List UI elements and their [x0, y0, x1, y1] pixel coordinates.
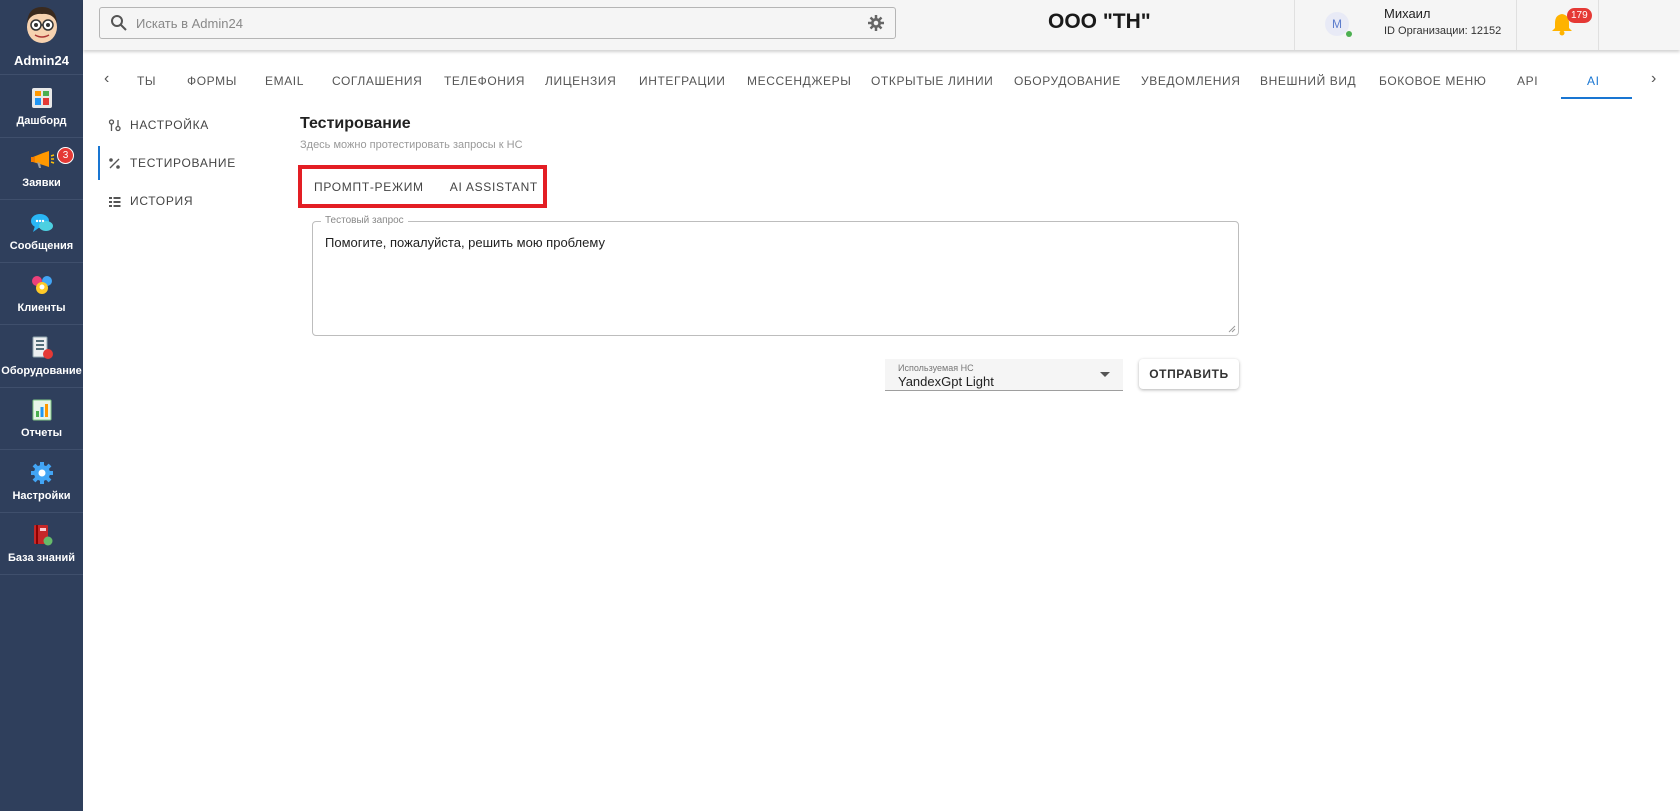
- topbar-divider: [1516, 0, 1517, 50]
- ai-submenu: НАСТРОЙКА ТЕСТИРОВАНИЕ ИСТОРИЯ: [98, 106, 258, 220]
- model-select-label: Используемая НС: [898, 363, 974, 373]
- sidebar-item-settings[interactable]: Настройки: [0, 450, 83, 513]
- model-select[interactable]: Используемая НС YandexGpt Light: [885, 359, 1123, 391]
- resize-handle-icon[interactable]: [1228, 325, 1236, 333]
- tab-agreements[interactable]: СОГЛАШЕНИЯ: [332, 74, 422, 88]
- sidebar-item-label: Оборудование: [1, 364, 82, 377]
- submenu-item-label: НАСТРОЙКА: [130, 118, 209, 132]
- topbar: ООО "ТН" М Михаил ID Организации: 12152 …: [83, 0, 1680, 50]
- submenu-item-setup[interactable]: НАСТРОЙКА: [98, 106, 258, 144]
- tab-appearance[interactable]: ВНЕШНИЙ ВИД: [1260, 74, 1356, 88]
- user-organization-id: ID Организации: 12152: [1384, 25, 1502, 37]
- sidebar-item-label: Заявки: [22, 177, 61, 190]
- tab-telephony[interactable]: ТЕЛЕФОНИЯ: [444, 74, 525, 88]
- book-icon: [33, 525, 52, 546]
- gear-icon: [30, 461, 53, 484]
- chat-icon: [30, 213, 53, 232]
- user-name[interactable]: Михаил: [1384, 6, 1431, 21]
- tab-license[interactable]: ЛИЦЕНЗИЯ: [545, 74, 616, 88]
- tab-ty[interactable]: ТЫ: [137, 74, 156, 88]
- search-bar: [99, 7, 896, 39]
- online-status-dot: [1346, 31, 1352, 37]
- test-query-textarea[interactable]: Помогите, пожалуйста, решить мою проблем…: [325, 235, 1225, 325]
- mascot-logo-icon: [26, 7, 57, 43]
- search-input[interactable]: [128, 15, 867, 31]
- testing-icon: [109, 157, 120, 169]
- megaphone-icon: [30, 151, 54, 169]
- mode-tabs-highlight-box: ПРОМПТ-РЕЖИМ AI ASSISTANT: [298, 165, 547, 208]
- active-tab-indicator: [1561, 97, 1632, 99]
- tab-email[interactable]: EMAIL: [265, 74, 304, 88]
- sidebar-item-equipment[interactable]: Оборудование: [0, 325, 83, 388]
- sidebar-item-label: База знаний: [7, 552, 76, 565]
- sidebar-item-label: Дашборд: [16, 114, 67, 127]
- tab-open-lines[interactable]: ОТКРЫТЫЕ ЛИНИИ: [871, 74, 993, 88]
- tab-prompt-mode[interactable]: ПРОМПТ-РЕЖИМ: [314, 180, 424, 194]
- submenu-item-label: ИСТОРИЯ: [130, 194, 194, 208]
- clients-icon: [31, 276, 52, 295]
- tab-ai-assistant[interactable]: AI ASSISTANT: [450, 180, 538, 194]
- sidebar-item-messages[interactable]: Сообщения: [0, 200, 83, 263]
- sidebar-item-dashboard[interactable]: Дашборд: [0, 75, 83, 138]
- tabs-scroll-left-chevron-icon[interactable]: ‹: [104, 70, 109, 88]
- requests-count-badge: 3: [57, 146, 74, 164]
- sidebar-item-label: Клиенты: [17, 302, 66, 315]
- model-select-value: YandexGpt Light: [898, 374, 994, 389]
- tab-ai[interactable]: AI: [1587, 74, 1600, 88]
- brand[interactable]: Admin24: [0, 0, 83, 75]
- brand-name: Admin24: [14, 53, 69, 68]
- submenu-item-history[interactable]: ИСТОРИЯ: [98, 182, 258, 220]
- sidebar-item-reports[interactable]: Отчеты: [0, 388, 83, 450]
- topbar-divider: [1598, 0, 1599, 50]
- sidebar-item-label: Отчеты: [20, 427, 63, 440]
- tab-api[interactable]: API: [1517, 74, 1538, 88]
- page-subtitle: Здесь можно протестировать запросы к НС: [300, 139, 523, 151]
- send-button[interactable]: ОТПРАВИТЬ: [1139, 359, 1239, 389]
- test-query-field: Тестовый запрос Помогите, пожалуйста, ре…: [312, 215, 1239, 336]
- tab-side-menu[interactable]: БОКОВОЕ МЕНЮ: [1379, 74, 1487, 88]
- setup-icon: [108, 118, 121, 131]
- sidebar-item-label: Настройки: [12, 489, 71, 502]
- submenu-item-label: ТЕСТИРОВАНИЕ: [130, 156, 236, 170]
- sidebar-item-label: Сообщения: [9, 239, 74, 252]
- tab-integrations[interactable]: ИНТЕГРАЦИИ: [639, 74, 725, 88]
- history-list-icon: [109, 196, 121, 207]
- left-sidebar: Admin24 Дашборд Заявки 3 Сообщения Клиен…: [0, 0, 83, 811]
- tabs-scroll-right-chevron-icon[interactable]: ›: [1651, 70, 1656, 88]
- test-query-label: Тестовый запрос: [321, 215, 408, 226]
- submenu-item-testing[interactable]: ТЕСТИРОВАНИЕ: [98, 144, 258, 182]
- dropdown-caret-icon: [1100, 372, 1110, 377]
- sidebar-item-knowledge-base[interactable]: База знаний: [0, 513, 83, 575]
- equipment-icon: [32, 336, 53, 359]
- sidebar-item-clients[interactable]: Клиенты: [0, 263, 83, 325]
- tab-notifications[interactable]: УВЕДОМЛЕНИЯ: [1141, 74, 1241, 88]
- search-icon: [111, 15, 127, 31]
- page-title: Тестирование: [300, 115, 411, 132]
- organization-title: ООО "ТН": [1048, 10, 1151, 33]
- sidebar-item-requests[interactable]: Заявки 3: [0, 138, 83, 200]
- tab-equipment[interactable]: ОБОРУДОВАНИЕ: [1014, 74, 1121, 88]
- reports-icon: [32, 399, 51, 421]
- topbar-divider: [1294, 0, 1295, 50]
- tab-messengers[interactable]: МЕССЕНДЖЕРЫ: [747, 74, 851, 88]
- search-settings-gear-icon[interactable]: [867, 14, 885, 32]
- settings-tabs: ‹ ТЫ ФОРМЫ EMAIL СОГЛАШЕНИЯ ТЕЛЕФОНИЯ ЛИ…: [83, 58, 1680, 101]
- dashboard-icon: [31, 87, 52, 108]
- notifications-badge: 179: [1567, 8, 1592, 23]
- tab-forms[interactable]: ФОРМЫ: [187, 74, 237, 88]
